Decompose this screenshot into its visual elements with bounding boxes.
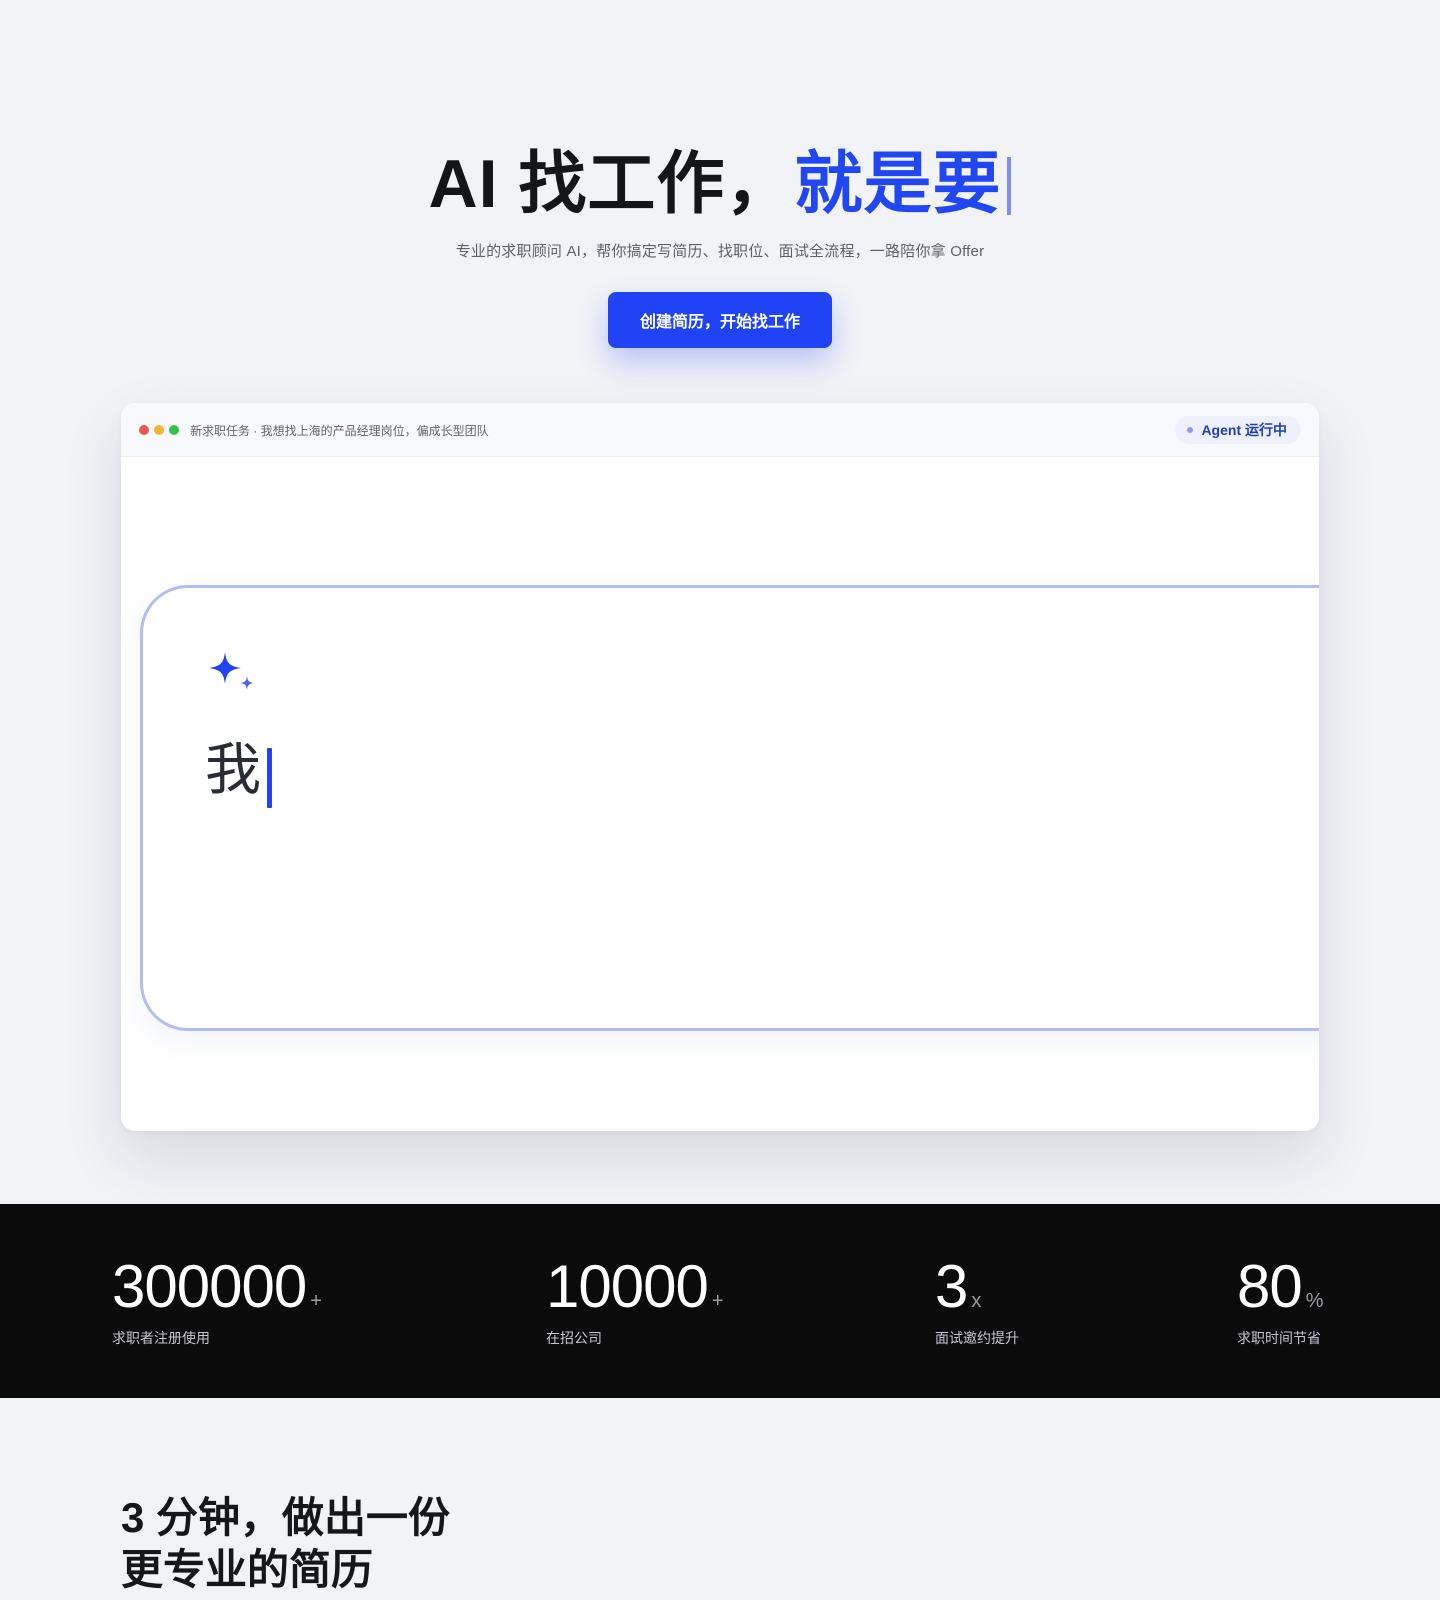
hero-title-main: AI 找工作， bbox=[428, 146, 795, 222]
window-title: 新求职任务 · 我想找上海的产品经理岗位，偏成长型团队 bbox=[190, 424, 489, 438]
section-heading-line-1: 3 分钟，做出一份 bbox=[121, 1494, 451, 1541]
stat-unit: + bbox=[711, 1290, 724, 1312]
landing-page: AI 找工作，就是要 专业的求职顾问 AI，帮你搞定写简历、找职位、面试全流程，… bbox=[0, 0, 1440, 1600]
prompt-input-text: 我 bbox=[205, 738, 261, 801]
stat-label: 在招公司 bbox=[546, 1330, 602, 1346]
hero-title: AI 找工作，就是要 bbox=[0, 146, 1440, 222]
stat-item: 10000 + 在招公司 bbox=[546, 1254, 724, 1348]
stat-item: 300000 + 求职者注册使用 bbox=[112, 1254, 322, 1348]
agent-status-badge: Agent 运行中 bbox=[1175, 416, 1301, 444]
section-heading: 3 分钟，做出一份 更专业的简历 bbox=[121, 1492, 450, 1596]
hero-subtitle: 专业的求职顾问 AI，帮你搞定写简历、找职位、面试全流程，一路陪你拿 Offer bbox=[455, 243, 985, 260]
agent-status-label: Agent 运行中 bbox=[1201, 422, 1287, 438]
hero-title-accent: 就是要 bbox=[794, 146, 1002, 222]
stat-value: 80 bbox=[1237, 1253, 1303, 1320]
stat-item: 80% 求职时间节省 bbox=[1237, 1254, 1324, 1348]
input-caret bbox=[267, 748, 272, 808]
stat-value: 10000 bbox=[546, 1253, 709, 1320]
typing-cursor bbox=[1007, 157, 1012, 215]
window-close-dot bbox=[139, 425, 149, 435]
stat-value: 300000 bbox=[112, 1253, 307, 1320]
window-minimize-dot bbox=[154, 425, 164, 435]
agent-window: 新求职任务 · 我想找上海的产品经理岗位，偏成长型团队 Agent 运行中 我 bbox=[121, 403, 1319, 1131]
window-title-bar: 新求职任务 · 我想找上海的产品经理岗位，偏成长型团队 Agent 运行中 bbox=[121, 403, 1319, 457]
prompt-input-box[interactable]: 我 bbox=[140, 585, 1319, 1031]
stat-unit: + bbox=[310, 1290, 322, 1312]
window-maximize-dot bbox=[169, 425, 179, 435]
sparkle-icon bbox=[209, 652, 254, 690]
stat-unit: x bbox=[971, 1290, 982, 1312]
stats-strip: 300000 + 求职者注册使用 10000 + 在招公司 3x 面试邀约提升 80… bbox=[0, 1204, 1440, 1398]
stat-label: 求职者注册使用 bbox=[112, 1330, 210, 1346]
stat-label: 面试邀约提升 bbox=[935, 1330, 1019, 1346]
section-heading-line-2: 更专业的简历 bbox=[121, 1546, 374, 1593]
stat-value: 3 bbox=[935, 1253, 968, 1320]
create-resume-button[interactable]: 创建简历，开始找工作 bbox=[608, 292, 832, 348]
stat-item: 3x 面试邀约提升 bbox=[935, 1254, 1019, 1348]
stat-label: 求职时间节省 bbox=[1237, 1330, 1321, 1346]
stat-unit: % bbox=[1305, 1290, 1324, 1312]
status-dot-icon bbox=[1187, 427, 1194, 433]
